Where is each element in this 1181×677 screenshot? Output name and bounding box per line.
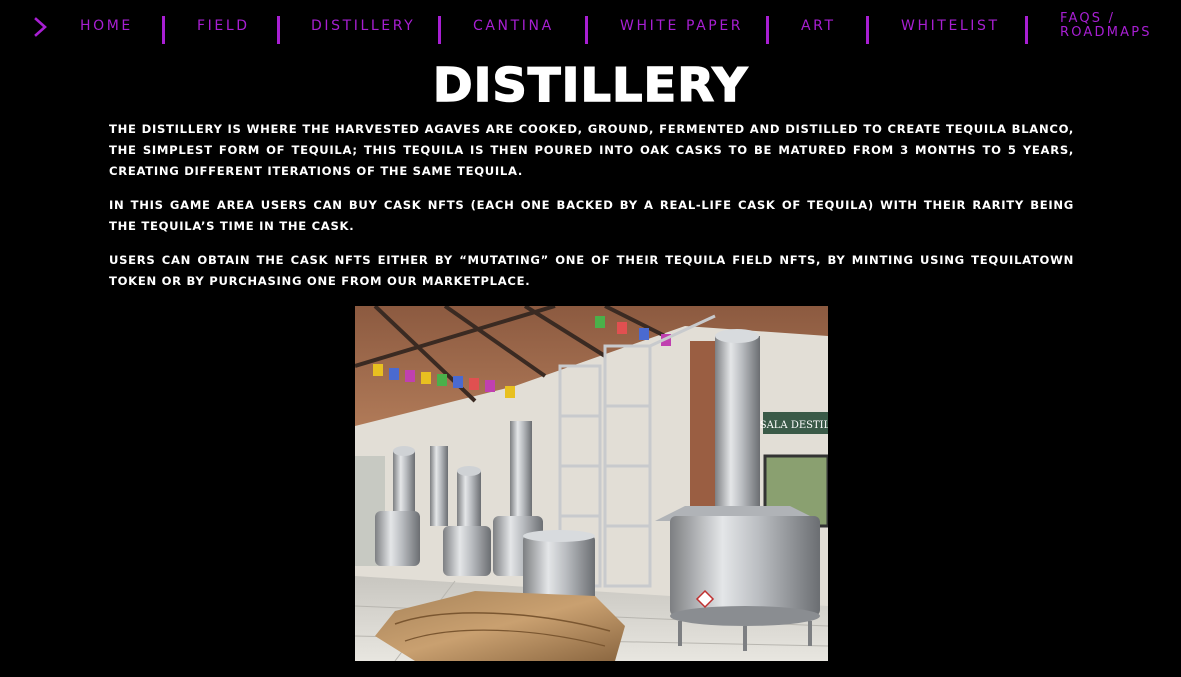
nav-distillery[interactable]: DISTILLERY [311,18,415,34]
page-title: DISTILLERY [432,57,749,113]
distillery-illustration: SALA DESTIL [355,306,828,661]
content-body: The distillery is where the harvested ag… [109,119,1074,305]
paragraph-game-area: In this game area users can buy cask NFT… [109,198,1074,233]
nav-field[interactable]: FIELD [197,18,250,34]
distillery-photo: SALA DESTIL [355,306,828,661]
nav-cantina[interactable]: CANTINA [473,18,554,34]
nav-divider [866,16,869,44]
nav-divider [277,16,280,44]
nav-faqs-roadmaps[interactable]: FAQS / ROADMAPS [1060,12,1152,40]
nav-divider [585,16,588,44]
top-navigation: HOME FIELD DISTILLERY CANTINA WHITE PAPE… [0,0,1181,56]
chevron-right-icon[interactable] [30,16,52,38]
paragraph-obtain-nfts: Users can obtain the cask NFTs either by… [109,253,1074,288]
nav-divider [766,16,769,44]
nav-faqs-line: FAQS / [1060,11,1116,26]
nav-roadmaps-line: ROADMAPS [1060,25,1152,40]
nav-divider [162,16,165,44]
nav-whitelist[interactable]: WHITELIST [901,18,1000,34]
paragraph-intro: The distillery is where the harvested ag… [109,122,1074,178]
nav-divider [438,16,441,44]
nav-white-paper[interactable]: WHITE PAPER [620,18,743,34]
nav-art[interactable]: ART [801,18,836,34]
nav-divider [1025,16,1028,44]
photo-sign-text: SALA DESTIL [760,420,828,431]
nav-home[interactable]: HOME [80,18,133,34]
